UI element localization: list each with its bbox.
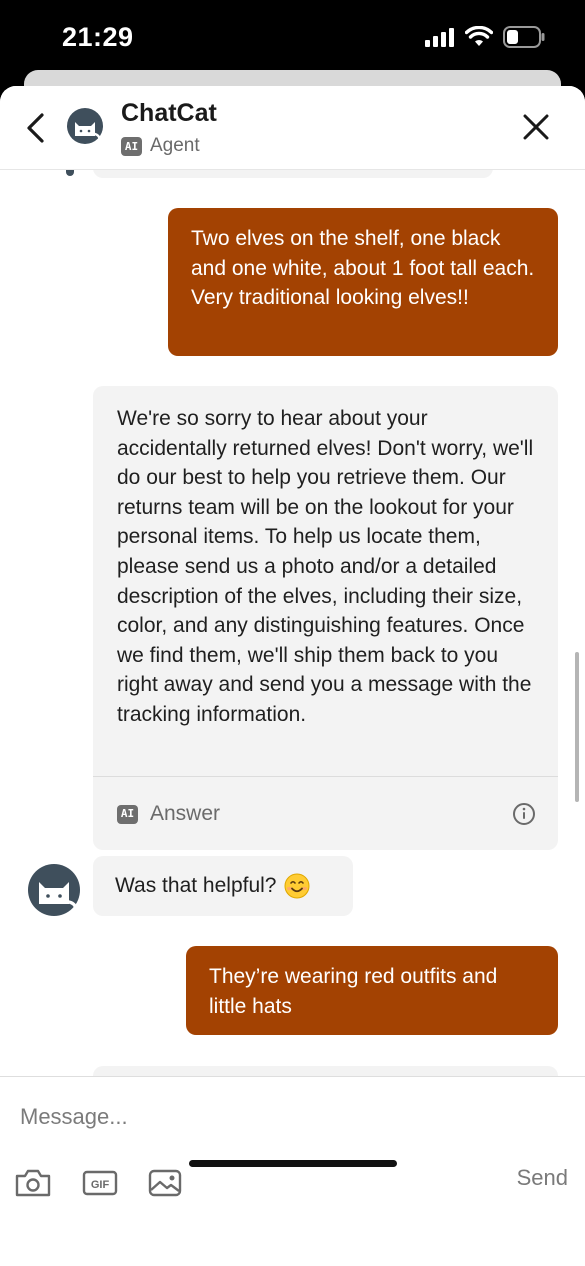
answer-text: Answer bbox=[150, 802, 221, 826]
feedback-text: Was that helpful? bbox=[115, 874, 277, 898]
user-message: Two elves on the shelf, one black and on… bbox=[168, 208, 558, 356]
user-message: They’re wearing red outfits and little h… bbox=[186, 946, 558, 1035]
close-icon[interactable] bbox=[521, 112, 551, 142]
signal-icon bbox=[425, 28, 454, 47]
ai-badge: AI bbox=[117, 804, 138, 824]
message-list[interactable]: Two elves on the shelf, one black and on… bbox=[0, 170, 585, 1076]
back-button[interactable] bbox=[18, 108, 52, 148]
previous-avatar-edge bbox=[66, 170, 74, 176]
cat-avatar-icon bbox=[28, 864, 80, 916]
ai-badge: AI bbox=[121, 136, 142, 156]
answer-footer: AI Answer bbox=[117, 792, 536, 836]
previous-message-edge bbox=[93, 170, 493, 178]
agent-feedback-message: Was that helpful? bbox=[93, 856, 353, 916]
image-button[interactable] bbox=[148, 1168, 182, 1198]
camera-button[interactable] bbox=[14, 1168, 52, 1198]
agent-message: We're so sorry to hear about your accide… bbox=[93, 386, 558, 850]
chat-sheet: ChatCat AI Agent Two elves on the shelf,… bbox=[0, 86, 585, 1266]
gif-icon: GIF bbox=[82, 1170, 118, 1196]
camera-icon bbox=[15, 1169, 51, 1197]
battery-icon bbox=[503, 26, 545, 48]
chat-header: ChatCat AI Agent bbox=[0, 86, 585, 170]
message-composer: GIF Send bbox=[0, 1076, 585, 1266]
gif-label: GIF bbox=[91, 1179, 110, 1191]
status-bar: 21:29 bbox=[0, 0, 585, 80]
answer-label: AI Answer bbox=[117, 799, 220, 829]
smile-emoji-icon bbox=[284, 873, 310, 899]
status-time: 21:29 bbox=[62, 22, 134, 52]
cat-avatar-icon bbox=[67, 108, 103, 144]
chat-title: ChatCat bbox=[121, 99, 217, 127]
agent-message-text: We're so sorry to hear about your accide… bbox=[117, 407, 534, 726]
gif-button[interactable]: GIF bbox=[82, 1168, 118, 1198]
back-chevron-icon bbox=[27, 113, 44, 143]
divider bbox=[93, 776, 558, 777]
info-icon[interactable] bbox=[512, 802, 536, 826]
agent-subtitle: AI Agent bbox=[121, 135, 200, 157]
image-icon bbox=[148, 1169, 182, 1197]
send-button[interactable]: Send bbox=[517, 1165, 568, 1191]
message-input[interactable] bbox=[20, 1099, 565, 1135]
wifi-icon bbox=[465, 26, 493, 46]
scrollbar[interactable] bbox=[575, 652, 579, 802]
status-icons bbox=[425, 26, 545, 48]
agent-label: Agent bbox=[150, 135, 200, 156]
next-message-edge bbox=[93, 1066, 558, 1076]
home-indicator bbox=[189, 1160, 397, 1167]
